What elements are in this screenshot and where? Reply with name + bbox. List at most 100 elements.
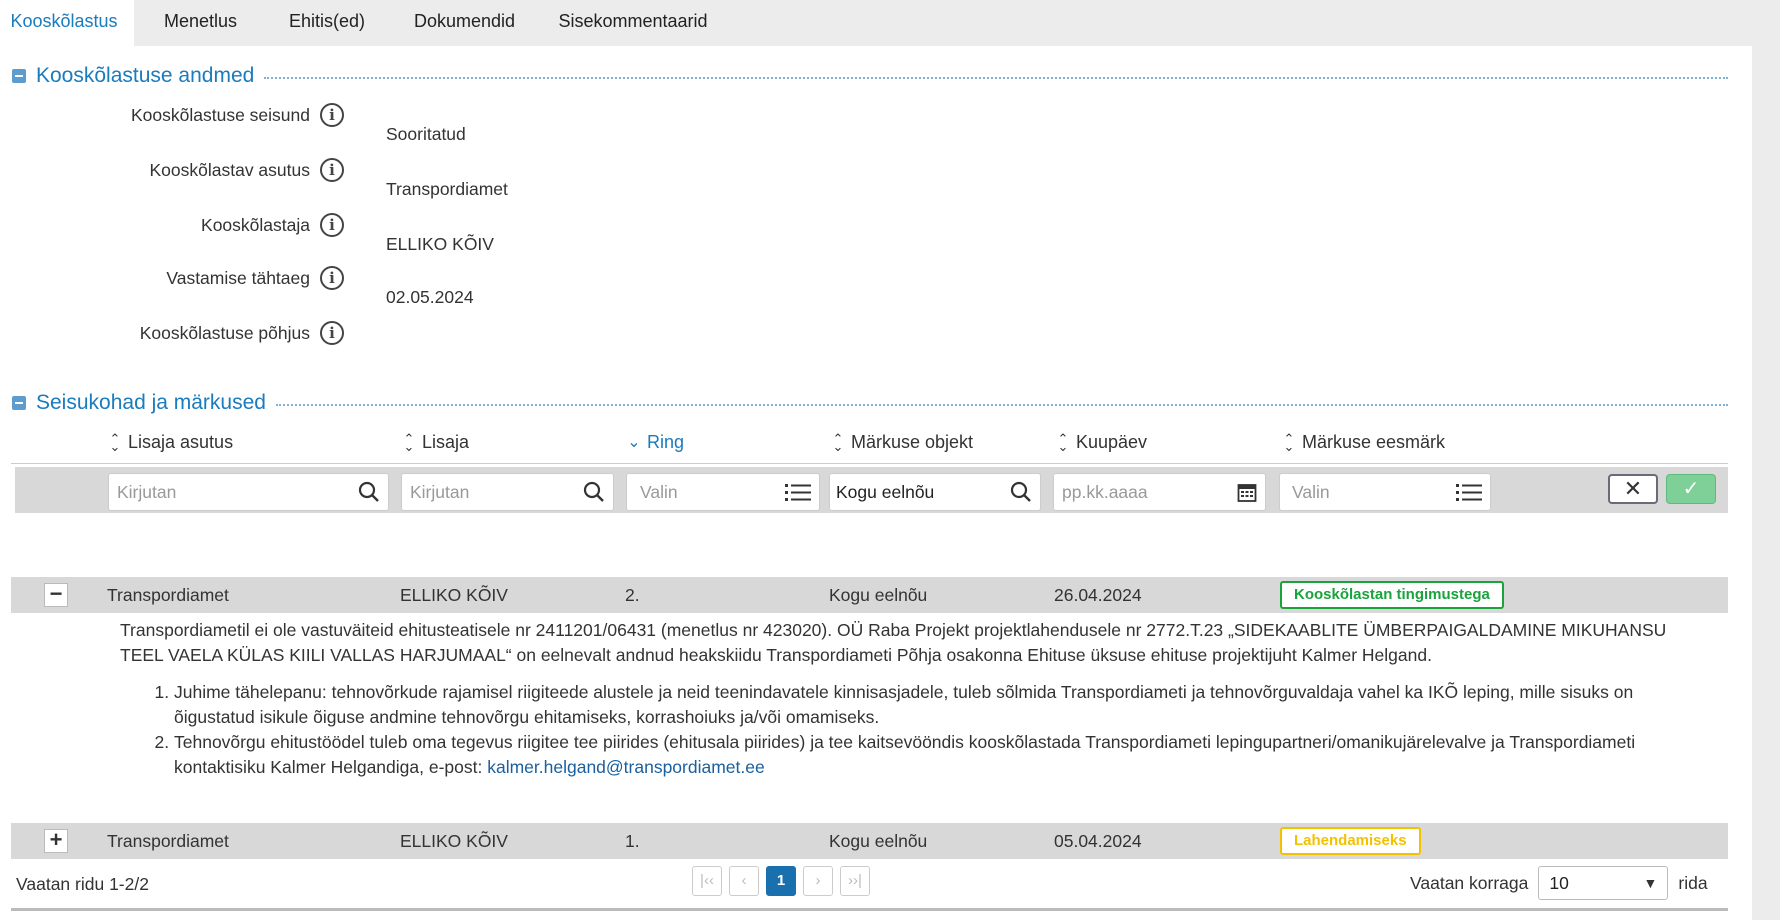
tab-sisekommentaarid[interactable]: Sisekommentaarid (538, 0, 728, 46)
field-row-kooskolastaja: Kooskõlastaja i (0, 210, 344, 240)
column-label: Kuupäev (1076, 432, 1148, 452)
filter-ring-select[interactable]: Valin (626, 473, 820, 511)
field-label: Kooskõlastuse põhjus (139, 322, 310, 343)
detail-list-item: Juhime tähelepanu: tehnovõrkude rajamise… (174, 680, 1700, 730)
list-icon (1456, 474, 1482, 522)
last-page-button[interactable]: ››| (840, 866, 870, 896)
status-badge: Lahendamiseks (1280, 827, 1421, 855)
detail-list: Juhime tähelepanu: tehnovõrkude rajamise… (120, 680, 1700, 780)
divider (264, 77, 1728, 79)
filter-markuse-objekt-input[interactable]: Kogu eelnõu (829, 473, 1041, 511)
column-header-lisaja[interactable]: ⌃ ⌄ Lisaja (402, 432, 469, 453)
field-value-asutus: Transpordiamet (386, 179, 508, 199)
info-icon[interactable]: i (320, 158, 344, 182)
sort-icon: ⌃ ⌄ (1057, 430, 1069, 454)
field-row-pohjus: Kooskõlastuse põhjus i (0, 318, 344, 348)
page-size-control: Vaatan korraga 10 ▼ rida (1410, 866, 1708, 900)
rows-summary: Vaatan ridu 1-2/2 (16, 874, 149, 894)
field-row-seisund: Kooskõlastuse seisund i (0, 100, 344, 130)
clear-filters-button[interactable]: ✕ (1608, 474, 1658, 504)
column-header-lisaja-asutus[interactable]: ⌃ ⌄ Lisaja asutus (108, 430, 234, 454)
prev-page-button[interactable]: ‹ (729, 866, 759, 896)
placeholder: Valin (640, 482, 678, 502)
field-value-kooskolastaja: ELLIKO KÕIV (386, 234, 494, 254)
cell-markuse-objekt: Kogu eelnõu (829, 831, 928, 851)
pagination: |‹‹ ‹ 1 › ››| (692, 866, 870, 896)
info-icon[interactable]: i (320, 266, 344, 290)
column-label: Lisaja (422, 432, 470, 452)
input-value: Kogu eelnõu (836, 482, 935, 502)
calendar-icon[interactable] (1237, 474, 1257, 522)
sort-icon: ⌃ ⌄ (403, 430, 415, 454)
sort-icon: ⌃ ⌄ (832, 430, 844, 454)
tab-ehitised[interactable]: Ehitis(ed) (263, 0, 391, 46)
field-label: Kooskõlastaja (201, 214, 310, 235)
cell-kuupaev: 05.04.2024 (1054, 831, 1142, 851)
email-link[interactable]: kalmer.helgand@transpordiamet.ee (487, 757, 765, 777)
placeholder: pp.kk.aaaa (1062, 482, 1148, 502)
chevron-down-icon: ▼ (1643, 875, 1658, 891)
collapse-icon[interactable] (12, 69, 26, 83)
field-label: Vastamise tähtaeg (166, 267, 310, 288)
select-value: 10 (1549, 873, 1569, 893)
section-header-kooskolastuse-andmed[interactable]: Kooskõlastuse andmed (12, 64, 1728, 88)
filter-lisaja-asutus-input[interactable]: Kirjutan (108, 473, 389, 511)
header-divider (11, 463, 1728, 464)
field-label: Kooskõlastuse seisund (131, 104, 310, 125)
column-header-ring[interactable]: ⌄ Ring (627, 432, 684, 453)
field-label: Kooskõlastav asutus (149, 159, 310, 180)
tab-bar: Kooskõlastus Menetlus Ehitis(ed) Dokumen… (0, 0, 728, 46)
field-value-seisund: Sooritatud (386, 124, 466, 144)
field-row-tahtaeg: Vastamise tähtaeg i (0, 263, 344, 293)
cell-markuse-objekt: Kogu eelnõu (829, 585, 928, 605)
search-icon[interactable] (358, 474, 380, 522)
field-value-tahtaeg: 02.05.2024 (386, 287, 474, 307)
table-row[interactable]: + Transpordiamet ELLIKO KÕIV 1. Kogu eel… (11, 823, 1728, 859)
cell-lisaja-asutus: Transpordiamet (107, 831, 229, 851)
next-page-button[interactable]: › (803, 866, 833, 896)
column-label: Märkuse eesmärk (1302, 432, 1446, 452)
expand-row-button[interactable]: + (44, 829, 68, 853)
first-page-button[interactable]: |‹‹ (692, 866, 722, 896)
apply-filters-button[interactable]: ✓ (1666, 474, 1716, 504)
column-label: Märkuse objekt (851, 432, 974, 452)
detail-list-item: Tehnovõrgu ehitustöödel tuleb oma tegevu… (174, 730, 1700, 780)
section-title: Seisukohad ja märkused (36, 391, 266, 414)
placeholder: Valin (1292, 482, 1330, 502)
cell-ring: 2. (625, 585, 640, 605)
list-icon (785, 474, 811, 522)
detail-list-item-text: Tehnovõrgu ehitustöödel tuleb oma tegevu… (174, 732, 1636, 777)
status-badge: Kooskõlastan tingimustega (1280, 581, 1504, 609)
tab-kooskolastus[interactable]: Kooskõlastus (0, 0, 134, 46)
sort-icon: ⌃ ⌄ (109, 430, 121, 454)
column-header-markuse-eesmark[interactable]: ⌃ ⌄ Märkuse eesmärk (1282, 430, 1446, 454)
collapse-row-button[interactable]: − (44, 583, 68, 607)
table-row[interactable]: − Transpordiamet ELLIKO KÕIV 2. Kogu eel… (11, 577, 1728, 613)
filter-lisaja-input[interactable]: Kirjutan (401, 473, 614, 511)
info-icon[interactable]: i (320, 213, 344, 237)
sort-icon: ⌃ ⌄ (1283, 430, 1295, 454)
column-label: Ring (647, 432, 685, 452)
column-header-kuupaev[interactable]: ⌃ ⌄ Kuupäev (1056, 430, 1148, 454)
cell-lisaja-asutus: Transpordiamet (107, 585, 229, 605)
row-detail: Transpordiametil ei ole vastuväiteid ehi… (120, 618, 1700, 780)
column-header-markuse-objekt[interactable]: ⌃ ⌄ Märkuse objekt (831, 430, 974, 454)
search-icon[interactable] (1010, 474, 1032, 522)
search-icon[interactable] (583, 474, 605, 522)
tab-dokumendid[interactable]: Dokumendid (391, 0, 538, 46)
cell-ring: 1. (625, 831, 640, 851)
filter-kuupaev-input[interactable]: pp.kk.aaaa (1053, 473, 1266, 511)
page-button[interactable]: 1 (766, 866, 796, 896)
column-label: Lisaja asutus (128, 432, 234, 452)
page-size-select[interactable]: 10 ▼ (1538, 866, 1669, 900)
section-header-seisukohad[interactable]: Seisukohad ja märkused (12, 391, 1728, 415)
cell-lisaja: ELLIKO KÕIV (400, 831, 508, 851)
tab-menetlus[interactable]: Menetlus (134, 0, 263, 46)
section-title: Kooskõlastuse andmed (36, 64, 255, 87)
collapse-icon[interactable] (12, 396, 26, 410)
info-icon[interactable]: i (320, 321, 344, 345)
field-row-asutus: Kooskõlastav asutus i (0, 155, 344, 185)
filter-markuse-eesmark-select[interactable]: Valin (1279, 473, 1491, 511)
placeholder: Kirjutan (410, 482, 470, 502)
info-icon[interactable]: i (320, 103, 344, 127)
